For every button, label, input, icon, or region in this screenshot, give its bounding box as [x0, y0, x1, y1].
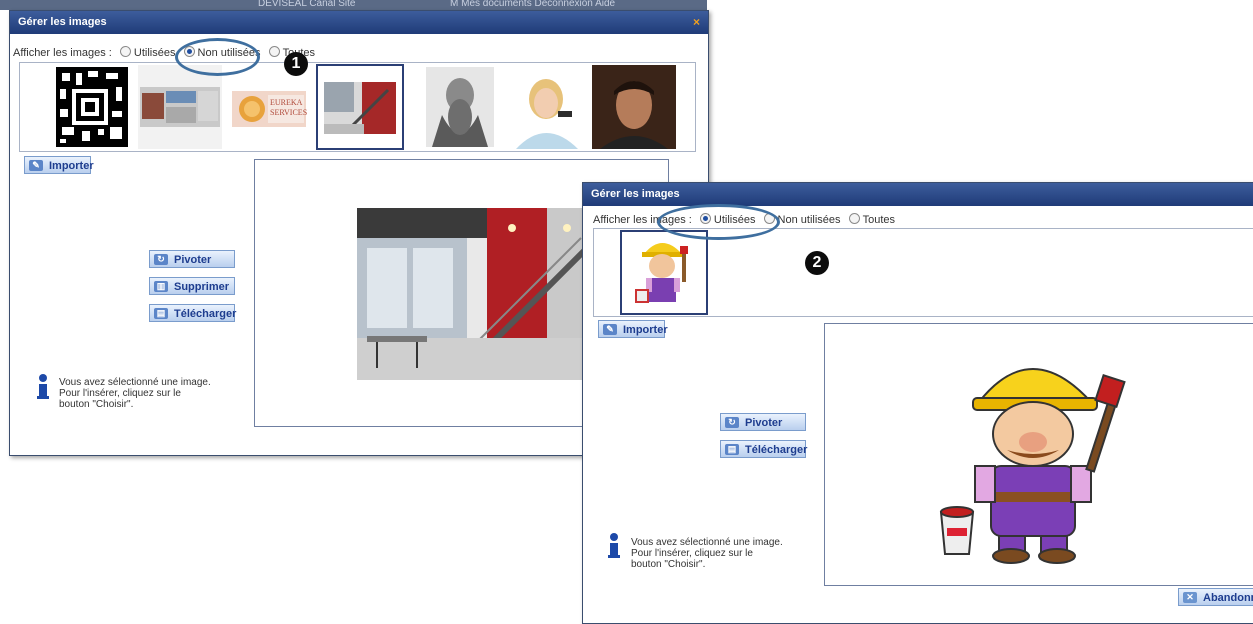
thumbnail-man-portrait[interactable]: [592, 65, 676, 149]
info-message: Vous avez sélectionné une image. Pour l'…: [631, 537, 783, 570]
info-line-1: Vous avez sélectionné une image.: [59, 377, 211, 388]
info-message: Vous avez sélectionné une image. Pour l'…: [59, 377, 211, 410]
highlight-ellipse-unused: [175, 38, 260, 76]
rotate-label: Pivoter: [174, 254, 212, 266]
close-icon[interactable]: ×: [693, 11, 700, 34]
image-filter-row: Afficher les images : Utilisées Non util…: [13, 46, 315, 59]
cancel-button[interactable]: ✕ Abandonner: [1178, 588, 1253, 606]
delete-label: Supprimer: [174, 281, 230, 293]
radio-all[interactable]: [268, 46, 280, 57]
rotate-button[interactable]: ↻ Pivoter: [720, 413, 806, 431]
delete-button[interactable]: ▥ Supprimer: [149, 277, 235, 295]
painter-preview-image: [921, 342, 1161, 572]
info-icon: [607, 533, 621, 558]
thumbnail-qr-code[interactable]: [48, 65, 132, 149]
manage-images-dialog-used: Gérer les images Afficher les images : U…: [582, 182, 1253, 624]
download-label: Télécharger: [745, 444, 808, 456]
dialog-titlebar: Gérer les images ×: [10, 11, 708, 34]
import-label: Importer: [49, 160, 94, 172]
info-line-2: Pour l'insérer, cliquez sur le: [59, 388, 181, 399]
kitchen-image: [138, 65, 222, 149]
image-preview: [824, 323, 1253, 586]
import-label: Importer: [623, 324, 668, 336]
drawing-portrait-image: [418, 65, 502, 149]
dialog-titlebar: Gérer les images: [583, 183, 1253, 206]
thumbnail-strip: [593, 228, 1253, 317]
download-icon: ▤: [725, 444, 739, 455]
highlight-ellipse-used: [657, 204, 780, 240]
pencil-icon: ✎: [603, 324, 617, 335]
info-icon: [36, 374, 50, 399]
thumbnail-kitchen[interactable]: [138, 65, 222, 149]
download-icon: ▤: [154, 308, 168, 319]
qr-code-image: [56, 67, 128, 147]
background-menu: M Mes documents Déconnexion Aide: [450, 0, 616, 9]
rotate-icon: ↻: [725, 417, 739, 428]
eureka-text: EUREKA SERVICES: [270, 98, 308, 117]
call-center-woman-image: [506, 65, 590, 149]
info-line-3: bouton "Choisir".: [59, 399, 134, 410]
painter-thumb-image: [622, 232, 706, 313]
radio-unused-label[interactable]: Non utilisées: [778, 214, 841, 226]
thumbnail-strip: EUREKA SERVICES: [19, 62, 696, 152]
filter-label: Afficher les images :: [13, 47, 112, 59]
rotate-button[interactable]: ↻ Pivoter: [149, 250, 235, 268]
trash-icon: ▥: [154, 281, 168, 292]
thumbnail-eureka-logo[interactable]: EUREKA SERVICES: [228, 65, 312, 149]
rotate-icon: ↻: [154, 254, 168, 265]
import-button[interactable]: ✎ Importer: [24, 156, 94, 174]
info-line-2: Pour l'insérer, cliquez sur le: [631, 548, 753, 559]
cancel-label: Abandonner: [1203, 592, 1253, 604]
dialog-title: Gérer les images: [591, 188, 680, 200]
close-icon: ✕: [1183, 592, 1197, 603]
info-line-3: bouton "Choisir".: [631, 559, 706, 570]
thumbnail-staircase-selected[interactable]: [316, 64, 404, 150]
download-button[interactable]: ▤ Télécharger: [720, 440, 808, 458]
pencil-icon: ✎: [29, 160, 43, 171]
staircase-preview-image: [357, 208, 597, 380]
thumbnail-drawing-portrait[interactable]: [418, 65, 502, 149]
background-title: DEVISEAL Canal Site: [258, 0, 356, 9]
download-button[interactable]: ▤ Télécharger: [149, 304, 237, 322]
radio-used-label[interactable]: Utilisées: [134, 47, 176, 59]
background-app-bar: DEVISEAL Canal Site M Mes documents Déco…: [0, 0, 707, 10]
step-badge-1: 1: [284, 52, 308, 76]
staircase-thumb-image: [318, 66, 402, 148]
info-line-1: Vous avez sélectionné une image.: [631, 537, 783, 548]
thumbnail-painter-selected[interactable]: [620, 230, 708, 315]
radio-used[interactable]: [119, 46, 131, 57]
import-button[interactable]: ✎ Importer: [598, 320, 668, 338]
thumbnail-call-center-woman[interactable]: [506, 65, 590, 149]
radio-all-label[interactable]: Toutes: [863, 214, 895, 226]
download-label: Télécharger: [174, 308, 237, 320]
dialog-title: Gérer les images: [18, 16, 107, 28]
rotate-label: Pivoter: [745, 417, 783, 429]
radio-all[interactable]: [848, 213, 860, 224]
man-portrait-image: [592, 65, 676, 149]
step-badge-2: 2: [805, 251, 829, 275]
